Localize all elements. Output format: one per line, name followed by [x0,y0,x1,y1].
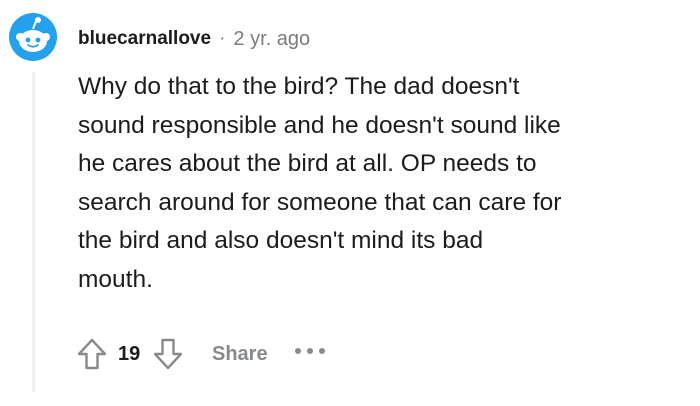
snoo-avatar-icon [9,13,57,61]
downvote-button[interactable] [148,332,188,376]
arrow-down-icon [153,338,183,370]
arrow-up-icon [77,338,107,370]
user-avatar[interactable] [8,12,58,62]
username[interactable]: bluecarnallove [78,28,211,50]
comment-actions: 19 Share [72,330,330,378]
more-options-button[interactable] [290,336,330,366]
comment-body: Why do that to the bird? The dad doesn't… [78,73,562,293]
comment-meta: bluecarnallove · 2 yr. ago [78,26,310,52]
comment-age[interactable]: 2 yr. ago [233,28,310,51]
meta-separator: · [219,28,226,49]
upvote-button[interactable] [72,332,112,376]
comment: bluecarnallove · 2 yr. ago Why do that t… [0,0,700,406]
thread-line[interactable] [32,72,35,392]
ellipsis-icon [294,348,325,354]
share-button[interactable]: Share [204,335,276,374]
vote-score: 19 [118,342,141,365]
